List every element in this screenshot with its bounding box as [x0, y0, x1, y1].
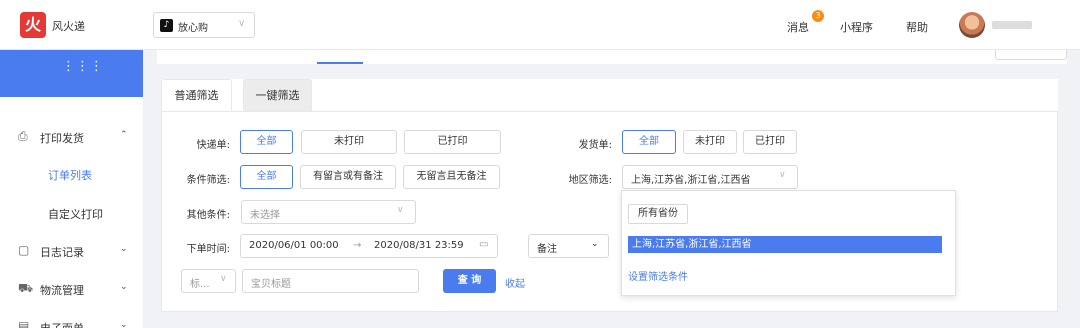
- sidebar-item-label: 打印发货: [40, 132, 84, 145]
- sidebar-header[interactable]: ⋮⋮⋮: [0, 50, 143, 97]
- sidebar-item-print-ship[interactable]: ⎙ 打印发货 ⌃: [0, 125, 143, 149]
- nav-help[interactable]: 帮助: [906, 19, 928, 35]
- express-printed-button[interactable]: 已打印: [404, 130, 501, 154]
- brand-name: 风火递: [52, 20, 85, 33]
- query-button[interactable]: 查 询: [443, 269, 496, 293]
- chevron-down-icon: ⌄: [591, 239, 599, 249]
- region-value: 上海,江苏省,浙江省,江西省: [631, 175, 751, 186]
- other-condition-label: 其他条件:: [186, 210, 230, 221]
- chevron-down-icon: ⌄: [120, 282, 128, 292]
- remark-select[interactable]: 备注 ⌄: [528, 234, 609, 258]
- shop-name: 放心购: [178, 23, 208, 34]
- tab-oneclick-filter[interactable]: 一键筛选: [243, 79, 312, 111]
- title-field-select[interactable]: 标... ∨: [181, 269, 236, 293]
- remark-value: 备注: [537, 244, 557, 255]
- region-dropdown: 所有省份 上海,江苏省,浙江省,江西省 设置筛选条件: [621, 190, 956, 296]
- sidebar-item-label: 订单列表: [48, 169, 92, 182]
- title-search-input[interactable]: 宝贝标题: [242, 269, 419, 293]
- sidebar-item-waybill[interactable]: ▤ 电子面单 ⌄: [0, 315, 143, 328]
- sidebar-item-custom-print[interactable]: 自定义打印: [0, 201, 143, 225]
- chevron-up-icon: ⌃: [120, 130, 128, 140]
- nav-messages[interactable]: 消息: [787, 19, 809, 35]
- tab-normal-filter[interactable]: 普通筛选: [161, 79, 232, 111]
- arrow-right-icon: →: [353, 240, 362, 251]
- log-icon: ▢: [18, 243, 30, 257]
- region-label: 地区筛选:: [568, 175, 612, 186]
- chevron-down-icon: ⌄: [120, 320, 128, 328]
- express-label: 快递单:: [196, 140, 230, 151]
- time-end: 2020/08/31 23:59: [374, 240, 464, 251]
- upper-tab-strip: [157, 50, 1067, 64]
- ship-unprinted-button[interactable]: 未打印: [683, 130, 737, 154]
- condition-has-note-button[interactable]: 有留言或有备注: [300, 165, 396, 189]
- time-start: 2020/06/01 00:00: [249, 240, 339, 251]
- calendar-icon: ▭: [479, 239, 489, 250]
- ship-all-button[interactable]: 全部: [622, 130, 676, 154]
- region-option-selected[interactable]: 上海,江苏省,浙江省,江西省: [628, 236, 942, 253]
- top-bar: 火 风火递 ♪ 放心购 ∨ 消息 3 小程序 帮助: [0, 0, 1080, 50]
- ship-label: 发货单:: [578, 140, 612, 151]
- chevron-down-icon: ⌄: [120, 244, 128, 254]
- other-condition-select[interactable]: 未选择 ∨: [241, 200, 416, 224]
- truck-icon: ⛟: [18, 281, 34, 295]
- chevron-down-icon: ∨: [220, 274, 227, 284]
- shop-select[interactable]: ♪ 放心购 ∨: [153, 12, 255, 38]
- sidebar-item-label: 日志记录: [40, 246, 84, 259]
- grid-menu-icon: ⋮⋮⋮: [62, 59, 104, 74]
- condition-label: 条件筛选:: [186, 175, 230, 186]
- chevron-down-icon: ∨: [397, 205, 404, 215]
- set-filter-condition-link[interactable]: 设置筛选条件: [628, 268, 688, 283]
- sidebar-item-order-list[interactable]: 订单列表: [0, 162, 143, 186]
- sidebar-item-label: 自定义打印: [48, 208, 103, 221]
- waybill-icon: ▤: [18, 319, 30, 328]
- chevron-down-icon: ∨: [238, 18, 246, 29]
- logo-icon: 火: [20, 12, 46, 38]
- avatar[interactable]: [959, 12, 985, 38]
- sidebar-item-label: 物流管理: [40, 284, 84, 297]
- sidebar-item-label: 电子面单: [40, 320, 84, 328]
- nav-miniprogram[interactable]: 小程序: [840, 19, 873, 35]
- order-time-label: 下单时间:: [186, 244, 230, 255]
- sidebar-item-log[interactable]: ▢ 日志记录 ⌄: [0, 239, 143, 263]
- right-control-box[interactable]: [995, 50, 1067, 60]
- douyin-icon: ♪: [160, 19, 173, 32]
- sidebar-item-logistics[interactable]: ⛟ 物流管理 ⌄: [0, 277, 143, 301]
- printer-icon: ⎙: [18, 129, 28, 143]
- username-redacted[interactable]: [992, 21, 1032, 29]
- express-unprinted-button[interactable]: 未打印: [301, 130, 397, 154]
- title-placeholder: 宝贝标题: [251, 279, 291, 290]
- all-provinces-button[interactable]: 所有省份: [628, 204, 688, 224]
- title-field-value: 标...: [190, 279, 210, 290]
- message-badge: 3: [812, 10, 824, 22]
- active-tab-indicator: [317, 62, 363, 64]
- condition-no-note-button[interactable]: 无留言且无备注: [403, 165, 500, 189]
- chevron-down-icon: ∨: [779, 170, 786, 180]
- order-time-range[interactable]: 2020/06/01 00:00 → 2020/08/31 23:59 ▭: [240, 234, 498, 258]
- ship-printed-button[interactable]: 已打印: [743, 130, 797, 154]
- express-all-button[interactable]: 全部: [240, 130, 293, 154]
- condition-all-button[interactable]: 全部: [240, 165, 293, 189]
- collapse-link[interactable]: 收起: [505, 275, 525, 290]
- sidebar: ⋮⋮⋮ ⎙ 打印发货 ⌃ 订单列表 自定义打印 ▢ 日志记录 ⌄ ⛟ 物流管理 …: [0, 50, 143, 328]
- region-select[interactable]: 上海,江苏省,浙江省,江西省 ∨: [622, 165, 798, 189]
- other-condition-placeholder: 未选择: [250, 210, 280, 221]
